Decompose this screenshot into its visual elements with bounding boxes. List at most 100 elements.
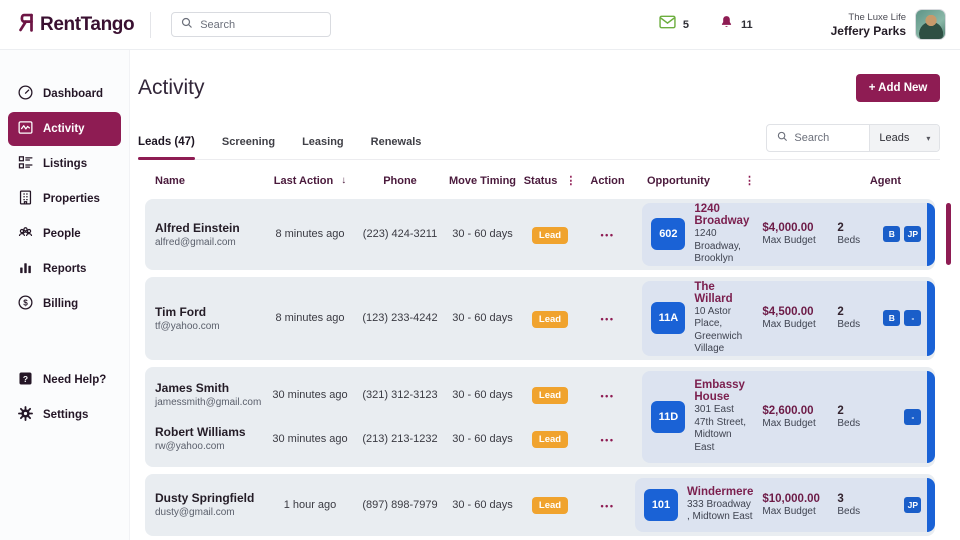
- sidebar-item-reports[interactable]: Reports: [8, 252, 121, 286]
- notifications-button[interactable]: 11: [719, 14, 753, 35]
- filter-search-input[interactable]: [794, 132, 864, 144]
- tab-leads[interactable]: Leads (47): [138, 136, 195, 159]
- page-header: Activity + Add New: [138, 74, 940, 102]
- filter-search[interactable]: [767, 125, 869, 151]
- agent-badge[interactable]: JP: [904, 226, 921, 242]
- opportunity-card[interactable]: 101Windermere333 Broadway , Midtown East…: [635, 478, 935, 532]
- avatar[interactable]: [915, 9, 946, 40]
- lead-last-action: 8 minutes ago: [265, 228, 355, 240]
- user-menu[interactable]: The Luxe Life Jeffery Parks: [831, 9, 946, 40]
- agent-badges: -: [879, 409, 923, 425]
- opportunity-card[interactable]: 11AThe Willard10 Astor Place, Greenwich …: [642, 281, 935, 356]
- table-row[interactable]: Tim Fordtf@yahoo.com8 minutes ago(123) 2…: [145, 277, 935, 360]
- budget-value: $2,600.00: [762, 405, 828, 417]
- lead-name-cell: Tim Fordtf@yahoo.com: [145, 305, 265, 332]
- agent-badge[interactable]: B: [883, 310, 900, 326]
- opportunity-budget: $10,000.00Max Budget: [762, 493, 828, 517]
- opportunity-budget: $4,000.00Max Budget: [762, 222, 828, 246]
- opportunity-info: Embassy House301 East 47th Street, Midto…: [694, 379, 753, 454]
- user-name: Jeffery Parks: [831, 24, 906, 38]
- header-opportunity: Opportunity: [647, 175, 710, 187]
- header-status: Status⋮: [520, 174, 580, 187]
- sidebar-item-dashboard[interactable]: Dashboard: [8, 77, 121, 111]
- unit-badge: 11A: [651, 302, 685, 334]
- lead-last-action: 30 minutes ago: [265, 389, 355, 401]
- table-row[interactable]: Alfred Einsteinalfred@gmail.com8 minutes…: [145, 199, 935, 270]
- sidebar-item-label: Need Help?: [43, 374, 106, 386]
- lead-row: James Smithjamessmith@gmail.com30 minute…: [145, 373, 642, 417]
- sidebar-item-label: Reports: [43, 263, 86, 275]
- opportunity-column-menu-icon[interactable]: ⋮: [744, 174, 755, 187]
- lead-phone: (223) 424-3211: [355, 228, 445, 240]
- add-new-button[interactable]: + Add New: [856, 74, 941, 102]
- opportunity-beds: 2Beds: [837, 222, 870, 246]
- lead-status-cell: Lead: [520, 309, 580, 328]
- header-last-action[interactable]: Last Action↓: [265, 175, 355, 187]
- agent-badge[interactable]: -: [904, 409, 921, 425]
- tabs-row: Leads (47) Screening Leasing Renewals Le…: [138, 124, 940, 160]
- more-actions-button[interactable]: •••: [601, 230, 615, 240]
- opportunity-beds: 2Beds: [837, 306, 870, 330]
- table-row[interactable]: Dusty Springfielddusty@gmail.com1 hour a…: [145, 474, 935, 536]
- budget-value: $10,000.00: [762, 493, 828, 505]
- sidebar-item-listings[interactable]: Listings: [8, 147, 121, 181]
- scrollbar-thumb[interactable]: [946, 203, 951, 265]
- beds-value: 2: [837, 306, 870, 318]
- user-info: The Luxe Life Jeffery Parks: [831, 12, 906, 38]
- activity-chart-icon: [17, 119, 34, 139]
- page-title: Activity: [138, 76, 205, 100]
- header-move-timing: Move Timing: [445, 175, 520, 187]
- agent-badge[interactable]: JP: [904, 497, 921, 513]
- sidebar-item-activity[interactable]: Activity: [8, 112, 121, 146]
- more-actions-button[interactable]: •••: [601, 314, 615, 324]
- more-actions-button[interactable]: •••: [601, 391, 615, 401]
- lead-row: Tim Fordtf@yahoo.com8 minutes ago(123) 2…: [145, 283, 642, 354]
- opportunity-address: 333 Broadway , Midtown East: [687, 499, 753, 524]
- opportunity-card[interactable]: 6021240 Broadway1240 Broadway, Brooklyn$…: [642, 203, 935, 266]
- mail-icon: [659, 15, 676, 34]
- beds-label: Beds: [837, 506, 870, 517]
- list-icon: [17, 154, 34, 174]
- opportunity-address: 301 East 47th Street, Midtown East: [694, 404, 753, 454]
- lead-email: jamessmith@gmail.com: [155, 397, 265, 408]
- search-icon: [777, 129, 788, 147]
- tab-leasing[interactable]: Leasing: [302, 136, 344, 159]
- lead-move-timing: 30 - 60 days: [445, 499, 520, 511]
- lead-action-cell: •••: [580, 496, 635, 514]
- agent-badge[interactable]: -: [904, 310, 921, 326]
- status-column-menu-icon[interactable]: ⋮: [565, 174, 576, 187]
- renttango-logo-icon: [14, 12, 35, 38]
- opportunity-beds: 3Beds: [837, 493, 870, 517]
- sidebar-item-need-help[interactable]: ? Need Help?: [8, 363, 121, 397]
- lead-email: alfred@gmail.com: [155, 237, 265, 248]
- tab-renewals[interactable]: Renewals: [371, 136, 422, 159]
- brand-logo[interactable]: RentTango: [14, 12, 134, 38]
- lead-row: Alfred Einsteinalfred@gmail.com8 minutes…: [145, 205, 642, 264]
- global-search-input[interactable]: [200, 19, 321, 31]
- messages-button[interactable]: 5: [659, 15, 689, 34]
- top-bar: RentTango 5 11 Th: [0, 0, 960, 50]
- sidebar-item-properties[interactable]: Properties: [8, 182, 121, 216]
- sidebar-item-people[interactable]: People: [8, 217, 121, 251]
- opportunity-card[interactable]: 11DEmbassy House301 East 47th Street, Mi…: [642, 371, 935, 463]
- budget-label: Max Budget: [762, 235, 828, 246]
- table-row[interactable]: James Smithjamessmith@gmail.com30 minute…: [145, 367, 935, 467]
- beds-value: 2: [837, 405, 870, 417]
- opportunity-budget: $2,600.00Max Budget: [762, 405, 828, 429]
- header-action: Action: [580, 175, 635, 187]
- more-actions-button[interactable]: •••: [601, 501, 615, 511]
- filter-type-dropdown[interactable]: Leads ▾: [869, 125, 939, 151]
- tab-screening[interactable]: Screening: [222, 136, 275, 159]
- sidebar-item-label: Dashboard: [43, 88, 103, 100]
- global-search[interactable]: [171, 12, 331, 37]
- sidebar-item-billing[interactable]: $ Billing: [8, 287, 121, 321]
- agent-badge[interactable]: B: [883, 226, 900, 242]
- lead-phone: (897) 898-7979: [355, 499, 445, 511]
- budget-label: Max Budget: [762, 418, 828, 429]
- sidebar-item-settings[interactable]: Settings: [8, 398, 121, 432]
- lead-email: dusty@gmail.com: [155, 507, 265, 518]
- more-actions-button[interactable]: •••: [601, 435, 615, 445]
- sidebar-item-label: Activity: [43, 123, 85, 135]
- people-icon: [17, 224, 34, 244]
- opportunity-beds: 2Beds: [837, 405, 870, 429]
